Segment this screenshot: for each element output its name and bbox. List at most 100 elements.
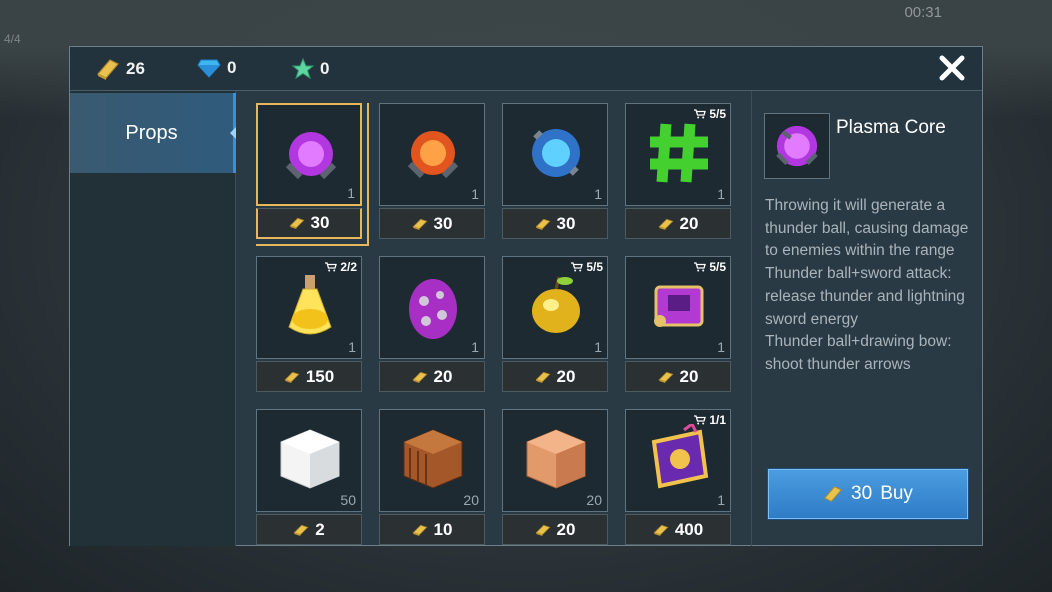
gold-bar-icon	[412, 371, 427, 383]
item-quantity: 50	[340, 492, 356, 508]
shop-item-blue-core[interactable]: 1 30	[502, 103, 608, 240]
shop-item-white-block[interactable]: 50 2	[256, 409, 362, 546]
shop-item-yellow-potion[interactable]: 2/2 1 150	[256, 256, 362, 393]
cart-icon	[694, 262, 707, 272]
tab-props-label: Props	[125, 121, 178, 144]
orange-core-icon	[407, 131, 459, 179]
purchase-limit-text: 5/5	[586, 260, 603, 274]
gold-currency: 26	[96, 58, 145, 80]
detail-item-name: Plasma Core	[836, 117, 946, 138]
background-timer: 00:31	[904, 4, 942, 21]
cart-icon	[571, 262, 584, 272]
item-price: 30	[379, 208, 485, 239]
cart-icon	[325, 262, 338, 272]
background-counter: 4/4	[4, 32, 21, 46]
item-quantity: 20	[463, 492, 479, 508]
green-hash-icon	[650, 123, 708, 183]
gold-bar-icon	[653, 524, 669, 536]
item-price-value: 150	[305, 366, 335, 386]
item-quantity: 1	[594, 186, 602, 202]
diamond-count: 0	[227, 58, 237, 77]
purchase-limit: 1/1	[694, 413, 726, 427]
shop-item-copper-block[interactable]: 20 20	[502, 409, 608, 546]
shop-item-purple-scroll[interactable]: 5/5 1 20	[625, 256, 731, 393]
gold-bar-icon	[535, 524, 550, 536]
item-quantity: 1	[717, 492, 725, 508]
wood-crate-icon	[403, 429, 463, 489]
item-price-value: 30	[556, 213, 576, 233]
purple-core-icon	[285, 132, 337, 180]
item-price: 20	[625, 208, 731, 239]
shop-item-spell-book[interactable]: 1/1 1 400	[625, 409, 731, 546]
white-block-icon	[280, 429, 340, 489]
item-slot: 20	[379, 409, 485, 512]
gold-bar-icon	[535, 371, 550, 383]
purchase-limit-text: 5/5	[709, 107, 726, 121]
item-quantity: 1	[348, 339, 356, 355]
item-price-value: 20	[556, 366, 576, 386]
item-quantity: 1	[717, 339, 725, 355]
item-detail-panel: Plasma Core Throwing it will generate a …	[751, 91, 983, 546]
close-icon	[939, 55, 965, 81]
shop-item-purple-core[interactable]: 1 30	[256, 103, 369, 246]
item-price-value: 20	[679, 366, 699, 386]
purchase-limit: 5/5	[571, 260, 603, 274]
purchase-limit: 5/5	[694, 107, 726, 121]
item-price-value: 20	[679, 213, 699, 233]
gold-bar-icon	[412, 218, 427, 230]
buy-price: 30	[851, 483, 873, 504]
item-slot: 5/5 1	[625, 103, 731, 206]
item-slot: 5/5 1	[502, 256, 608, 359]
purchase-limit-text: 1/1	[709, 413, 726, 427]
item-price-value: 20	[433, 366, 453, 386]
gold-bar-icon	[284, 371, 300, 383]
shop-item-wood-crate[interactable]: 20 10	[379, 409, 485, 546]
buy-button[interactable]: 30 Buy	[768, 469, 968, 519]
item-price: 20	[502, 361, 608, 392]
item-slot: 2/2 1	[256, 256, 362, 359]
gold-count: 26	[126, 59, 145, 78]
gold-bar-icon	[289, 217, 304, 229]
detail-description: Throwing it will generate a thunder ball…	[765, 197, 969, 373]
item-quantity: 1	[471, 186, 479, 202]
buy-label: Buy	[880, 483, 913, 504]
gold-bar-icon	[293, 524, 309, 536]
item-slot: 20	[502, 409, 608, 512]
purchase-limit-text: 5/5	[709, 260, 726, 274]
shop-item-golden-apple[interactable]: 5/5 1 20	[502, 256, 608, 393]
item-slot: 1	[379, 256, 485, 359]
close-button[interactable]	[936, 53, 968, 85]
tab-props[interactable]: Props	[70, 93, 236, 173]
gold-bar-icon	[658, 218, 673, 230]
item-quantity: 1	[471, 339, 479, 355]
item-slot: 50	[256, 409, 362, 512]
item-slot: 1	[256, 103, 362, 206]
purchase-limit: 2/2	[325, 260, 357, 274]
purple-scroll-icon	[654, 285, 704, 327]
gold-bar-icon	[412, 524, 427, 536]
shop-item-purple-egg[interactable]: 1 20	[379, 256, 485, 393]
purple-core-icon	[776, 125, 818, 167]
gold-bar-icon	[658, 371, 673, 383]
item-price-value: 2	[315, 519, 325, 539]
star-currency: 0	[292, 58, 329, 80]
gold-bar-icon	[824, 486, 843, 502]
item-quantity: 20	[586, 492, 602, 508]
blue-core-icon	[532, 129, 580, 177]
item-price-value: 30	[433, 213, 453, 233]
star-icon	[292, 58, 314, 80]
item-price: 10	[379, 514, 485, 545]
shop-item-orange-core[interactable]: 1 30	[379, 103, 485, 240]
item-price-value: 20	[556, 519, 576, 539]
item-slot: 5/5 1	[625, 256, 731, 359]
diamond-currency: 0	[197, 58, 236, 78]
item-price: 30	[502, 208, 608, 239]
shop-item-green-hash[interactable]: 5/5 1 20	[625, 103, 731, 240]
diamond-icon	[197, 59, 221, 78]
item-price: 400	[625, 514, 731, 545]
gold-bar-icon	[97, 59, 119, 80]
item-price-value: 30	[310, 213, 330, 232]
purple-egg-icon	[409, 279, 457, 339]
item-quantity: 1	[347, 185, 355, 201]
item-quantity: 1	[717, 186, 725, 202]
